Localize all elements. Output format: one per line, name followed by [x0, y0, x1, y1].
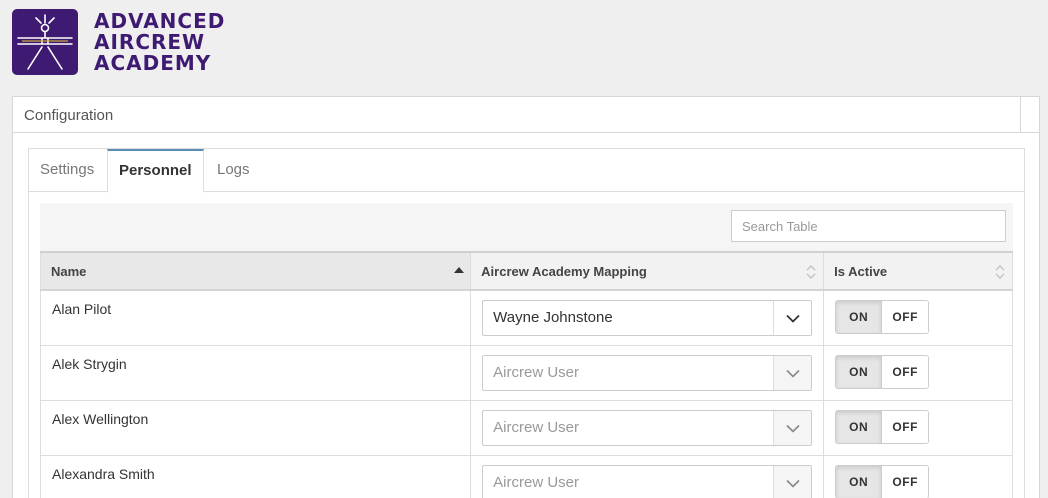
- sort-ascending-icon: [454, 267, 465, 273]
- mapping-placeholder: Aircrew User: [493, 474, 580, 491]
- sort-both-icon: [806, 265, 816, 279]
- academy-logo[interactable]: [12, 9, 78, 75]
- configuration-panel: Configuration Settings Personnel Logs Na…: [12, 96, 1040, 498]
- tab-container: Settings Personnel Logs Name Air: [28, 148, 1025, 498]
- chevron-down-icon[interactable]: [773, 301, 811, 335]
- mapping-select[interactable]: Aircrew User: [482, 355, 813, 391]
- column-header-mapping[interactable]: Aircrew Academy Mapping: [470, 251, 825, 291]
- panel-title: Configuration: [24, 107, 114, 124]
- active-toggle[interactable]: ON OFF: [835, 410, 930, 444]
- chevron-down-icon[interactable]: [773, 356, 812, 390]
- table-row: Alexandra Smith Aircrew User ON OFF: [39, 455, 1013, 498]
- person-name: Alek Strygin: [39, 345, 472, 401]
- tab-personnel[interactable]: Personnel: [107, 149, 204, 193]
- table-row: Alan Pilot Wayne Johnstone ON OFF: [39, 289, 1013, 346]
- table-row: Alex Wellington Aircrew User ON OFF: [39, 400, 1013, 456]
- mapping-select[interactable]: Aircrew User: [482, 410, 813, 446]
- aircraft-runway-icon: [17, 14, 73, 70]
- heading-divider: [1020, 97, 1021, 133]
- active-toggle[interactable]: ON OFF: [835, 465, 930, 498]
- table-toolbar: [40, 203, 1013, 251]
- sort-both-icon: [995, 265, 1005, 279]
- tab-logs[interactable]: Logs: [206, 149, 261, 192]
- column-header-is-active[interactable]: Is Active: [823, 251, 1013, 291]
- mapping-select[interactable]: Aircrew User: [482, 465, 813, 498]
- chevron-down-icon[interactable]: [773, 411, 812, 445]
- brand-line-3: ACADEMY: [94, 51, 212, 75]
- person-name: Alexandra Smith: [39, 455, 472, 498]
- app-header: ADVANCED AIRCREW ACADEMY: [0, 0, 1048, 96]
- brand-line-2: AIRCREW: [94, 30, 206, 54]
- chevron-down-icon[interactable]: [773, 466, 812, 498]
- active-toggle[interactable]: ON OFF: [835, 355, 930, 389]
- toggle-on-button[interactable]: ON: [836, 466, 883, 498]
- search-table-input[interactable]: [731, 210, 1006, 242]
- toggle-off-button[interactable]: OFF: [882, 356, 929, 388]
- toggle-on-button[interactable]: ON: [836, 411, 883, 443]
- toggle-on-button[interactable]: ON: [836, 356, 883, 388]
- brand-line-1: ADVANCED: [94, 9, 226, 33]
- mapping-placeholder: Aircrew User: [493, 419, 580, 436]
- active-toggle[interactable]: ON OFF: [835, 300, 930, 334]
- panel-heading: Configuration: [13, 97, 1039, 133]
- mapping-placeholder: Aircrew User: [493, 364, 580, 381]
- brand-name: ADVANCED AIRCREW ACADEMY: [94, 11, 225, 74]
- toggle-off-button[interactable]: OFF: [882, 411, 929, 443]
- mapping-select[interactable]: Wayne Johnstone: [482, 300, 813, 336]
- column-header-name[interactable]: Name: [39, 251, 472, 291]
- toggle-off-button[interactable]: OFF: [882, 301, 929, 333]
- personnel-table: Name Aircrew Academy Mapping Is Active A…: [39, 251, 1013, 498]
- tab-settings[interactable]: Settings: [29, 149, 105, 192]
- table-row: Alek Strygin Aircrew User ON OFF: [39, 345, 1013, 401]
- tab-bar: Settings Personnel Logs: [29, 149, 1024, 193]
- mapping-selected-value: Wayne Johnstone: [493, 309, 613, 326]
- table-header-row: Name Aircrew Academy Mapping Is Active: [39, 251, 1013, 291]
- toggle-off-button[interactable]: OFF: [882, 466, 929, 498]
- person-name: Alex Wellington: [39, 400, 472, 456]
- person-name: Alan Pilot: [39, 289, 472, 346]
- toggle-on-button[interactable]: ON: [836, 301, 883, 333]
